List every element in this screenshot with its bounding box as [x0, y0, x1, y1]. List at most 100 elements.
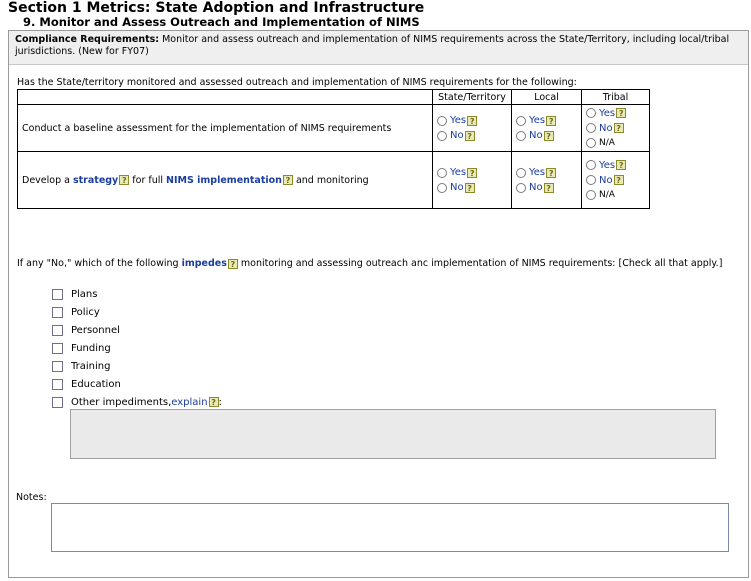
help-icon[interactable]: ?	[543, 130, 554, 141]
no-label: No	[529, 182, 543, 193]
question-text: Has the State/territory monitored and as…	[17, 77, 577, 88]
impede-question: If any "No," which of the following impe…	[17, 258, 751, 270]
section-title: Section 1 Metrics: State Adoption and In…	[8, 0, 425, 16]
no-label: No	[529, 130, 543, 141]
radio-state-no[interactable]	[437, 130, 447, 141]
form-frame: Compliance Requirements: Monitor and ass…	[8, 30, 749, 578]
local-options: Yes? No?	[511, 151, 582, 209]
yes-label: Yes	[529, 115, 546, 126]
explain-textarea[interactable]	[70, 409, 716, 459]
subsection-title: 9. Monitor and Assess Outreach and Imple…	[23, 15, 420, 29]
yes-label: Yes	[529, 167, 546, 178]
yes-label: Yes	[599, 159, 616, 171]
help-icon[interactable]: ?	[616, 160, 627, 170]
yes-label: Yes	[599, 107, 616, 119]
checkbox-label: Personnel	[71, 324, 120, 336]
radio-tribal-no[interactable]	[586, 175, 596, 185]
no-label: No	[599, 174, 613, 186]
compliance-requirements: Compliance Requirements: Monitor and ass…	[9, 31, 748, 65]
explain-link[interactable]: explain	[171, 397, 207, 408]
table-row: Develop a strategy? for full NIMS implem…	[17, 151, 650, 209]
help-icon[interactable]: ?	[119, 175, 130, 185]
no-label: No	[599, 122, 613, 134]
radio-tribal-yes[interactable]	[586, 108, 596, 118]
checkbox-training[interactable]	[52, 360, 63, 372]
state-options: Yes? No?	[432, 104, 512, 152]
help-icon[interactable]: ?	[543, 182, 554, 193]
na-label: N/A	[599, 190, 615, 200]
radio-local-no[interactable]	[516, 182, 526, 193]
na-label: N/A	[599, 138, 615, 148]
no-label: No	[450, 182, 464, 193]
tribal-options: Yes? No? N/A	[581, 151, 650, 209]
radio-tribal-na[interactable]	[586, 138, 596, 148]
radio-state-yes[interactable]	[437, 115, 447, 126]
radio-local-yes[interactable]	[516, 167, 526, 178]
checkbox-row-funding: Funding	[52, 339, 222, 357]
other-colon: :	[218, 396, 222, 408]
help-icon[interactable]: ?	[546, 115, 557, 126]
help-icon[interactable]: ?	[613, 175, 624, 185]
checkbox-label: Funding	[71, 342, 111, 354]
task-cell: Develop a strategy? for full NIMS implem…	[17, 151, 433, 209]
help-icon[interactable]: ?	[546, 167, 557, 178]
help-icon[interactable]: ?	[467, 167, 478, 178]
checkbox-other[interactable]	[52, 396, 63, 408]
checkbox-row-personnel: Personnel	[52, 321, 222, 339]
task-text: for full	[129, 174, 167, 186]
help-icon[interactable]: ?	[464, 182, 475, 193]
checkbox-row-policy: Policy	[52, 303, 222, 321]
task-text: and monitoring	[292, 174, 369, 186]
help-icon[interactable]: ?	[616, 108, 627, 118]
checkbox-funding[interactable]	[52, 342, 63, 354]
radio-tribal-no[interactable]	[586, 123, 596, 133]
checkbox-policy[interactable]	[52, 306, 63, 318]
checkbox-label: Education	[71, 378, 121, 390]
help-icon[interactable]: ?	[282, 175, 293, 185]
table-header-row: State/Territory Local Tribal	[17, 89, 650, 105]
impedes-link[interactable]: impedes	[182, 258, 227, 269]
yes-label: Yes	[450, 167, 467, 178]
help-icon[interactable]: ?	[464, 130, 475, 141]
help-icon[interactable]: ?	[467, 115, 478, 126]
checkbox-row-education: Education	[52, 375, 222, 393]
impede-text: If any "No," which of the following	[17, 258, 182, 269]
radio-state-yes[interactable]	[437, 167, 447, 178]
compliance-label: Compliance Requirements:	[15, 34, 160, 45]
task-text: Develop a	[22, 174, 73, 186]
checkbox-label: Training	[71, 360, 111, 372]
help-icon[interactable]: ?	[613, 123, 624, 133]
checkbox-education[interactable]	[52, 378, 63, 390]
tribal-options: Yes? No? N/A	[581, 104, 650, 152]
notes-textarea[interactable]	[51, 503, 729, 552]
radio-state-no[interactable]	[437, 182, 447, 193]
strategy-link[interactable]: strategy	[73, 175, 118, 186]
table-header-task	[17, 89, 433, 105]
local-options: Yes? No?	[511, 104, 582, 152]
assessment-table: State/Territory Local Tribal Conduct a b…	[17, 89, 650, 209]
table-header-tribal: Tribal	[581, 89, 650, 105]
checkbox-label: Policy	[71, 306, 100, 318]
checkbox-plans[interactable]	[52, 288, 63, 300]
state-options: Yes? No?	[432, 151, 512, 209]
radio-tribal-na[interactable]	[586, 190, 596, 200]
checkbox-personnel[interactable]	[52, 324, 63, 336]
table-header-local: Local	[511, 89, 582, 105]
impede-text: monitoring and assessing outreach anc im…	[237, 258, 723, 269]
radio-local-yes[interactable]	[516, 115, 526, 126]
table-header-state: State/Territory	[432, 89, 512, 105]
radio-tribal-yes[interactable]	[586, 160, 596, 170]
no-label: No	[450, 130, 464, 141]
help-icon[interactable]: ?	[208, 397, 219, 407]
yes-label: Yes	[450, 115, 467, 126]
radio-local-no[interactable]	[516, 130, 526, 141]
checkbox-row-plans: Plans	[52, 285, 222, 303]
notes-label: Notes:	[16, 492, 47, 503]
impediment-checklist: Plans Policy Personnel Funding Training …	[52, 285, 222, 411]
task-cell: Conduct a baseline assessment for the im…	[17, 104, 433, 152]
help-icon[interactable]: ?	[227, 258, 238, 269]
checkbox-label: Plans	[71, 288, 98, 300]
nims-implementation-link[interactable]: NIMS implementation	[166, 175, 282, 186]
table-row: Conduct a baseline assessment for the im…	[17, 104, 650, 152]
checkbox-row-training: Training	[52, 357, 222, 375]
